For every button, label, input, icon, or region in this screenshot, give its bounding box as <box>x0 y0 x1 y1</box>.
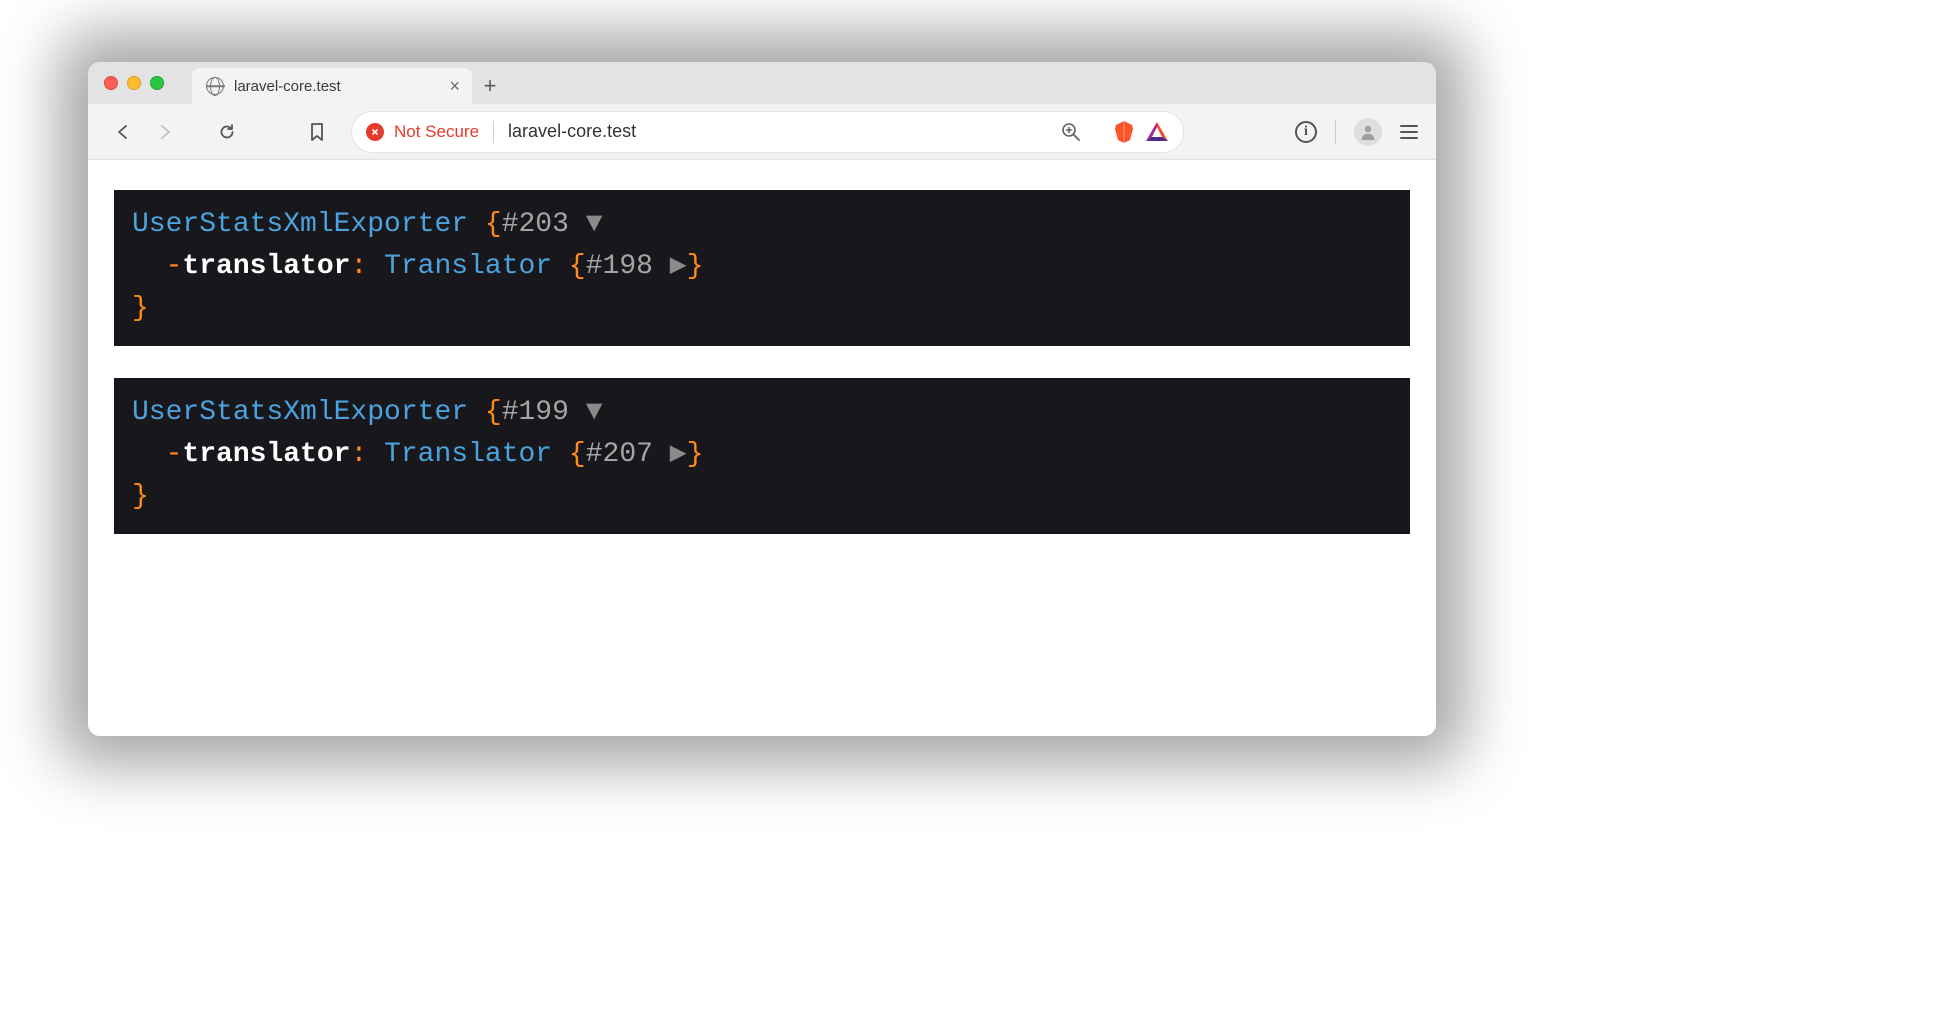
separator <box>1335 120 1336 144</box>
menu-button[interactable] <box>1400 125 1418 139</box>
dump-property-name: translator <box>182 439 350 470</box>
close-tab-button[interactable]: × <box>449 77 460 95</box>
toolbar-right: i <box>1295 118 1418 146</box>
security-label: Not Secure <box>394 122 479 142</box>
dump-object-id: #203 <box>502 209 569 240</box>
dump-class-name[interactable]: UserStatsXmlExporter <box>132 209 468 240</box>
dump-property-name: translator <box>182 251 350 282</box>
var-dump-block: UserStatsXmlExporter {#203 ▼ -translator… <box>114 190 1410 346</box>
not-secure-icon <box>366 123 384 141</box>
brace-close: } <box>132 293 149 324</box>
var-dump-block: UserStatsXmlExporter {#199 ▼ -translator… <box>114 378 1410 534</box>
browser-tab[interactable]: laravel-core.test × <box>192 68 472 104</box>
bookmark-button[interactable] <box>300 115 334 149</box>
dump-property-id: #198 <box>586 251 653 282</box>
forward-button[interactable] <box>148 115 182 149</box>
dump-class-name[interactable]: UserStatsXmlExporter <box>132 397 468 428</box>
url-text: laravel-core.test <box>508 121 1051 142</box>
toggle-collapsed-icon[interactable]: ▶ <box>670 439 687 470</box>
bat-rewards-icon[interactable] <box>1145 121 1169 143</box>
address-bar[interactable]: Not Secure laravel-core.test <box>352 112 1183 152</box>
browser-window: laravel-core.test × + Not Secure laravel… <box>88 62 1436 736</box>
brave-shields-icon[interactable] <box>1113 120 1135 144</box>
separator <box>493 121 494 143</box>
toggle-expanded-icon[interactable]: ▼ <box>586 209 603 240</box>
new-tab-button[interactable]: + <box>472 68 508 104</box>
info-icon[interactable]: i <box>1295 121 1317 143</box>
dump-property-id: #207 <box>586 439 653 470</box>
brace-close: } <box>132 481 149 512</box>
profile-button[interactable] <box>1354 118 1382 146</box>
dump-property-type[interactable]: Translator <box>384 251 552 282</box>
back-button[interactable] <box>106 115 140 149</box>
minimize-window-button[interactable] <box>127 76 141 90</box>
toolbar: Not Secure laravel-core.test i <box>88 104 1436 160</box>
dump-object-id: #199 <box>502 397 569 428</box>
maximize-window-button[interactable] <box>150 76 164 90</box>
brace-open: { <box>485 209 502 240</box>
page-content: UserStatsXmlExporter {#203 ▼ -translator… <box>88 160 1436 736</box>
brace-open: { <box>485 397 502 428</box>
tab-bar: laravel-core.test × + <box>88 62 1436 104</box>
toggle-expanded-icon[interactable]: ▼ <box>586 397 603 428</box>
zoom-icon[interactable] <box>1061 122 1081 142</box>
globe-icon <box>206 77 224 95</box>
toggle-collapsed-icon[interactable]: ▶ <box>670 251 687 282</box>
tab-title: laravel-core.test <box>234 78 439 95</box>
dump-property-type[interactable]: Translator <box>384 439 552 470</box>
close-window-button[interactable] <box>104 76 118 90</box>
reload-button[interactable] <box>210 115 244 149</box>
window-controls <box>104 76 164 104</box>
